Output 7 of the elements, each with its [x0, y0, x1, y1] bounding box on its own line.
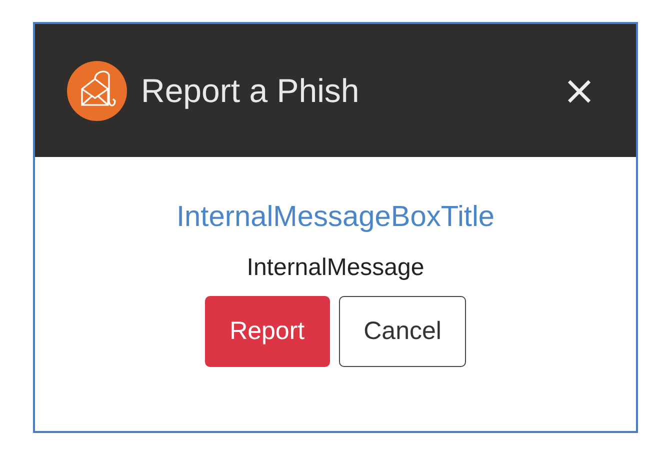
report-button[interactable]: Report	[204, 296, 330, 367]
close-button[interactable]: ×	[558, 70, 600, 110]
window-title: Report a Phish	[141, 72, 360, 110]
message-text: InternalMessage	[246, 254, 424, 282]
cancel-button[interactable]: Cancel	[338, 296, 466, 367]
envelope-hook-icon	[67, 60, 127, 120]
message-title: InternalMessageBoxTitle	[176, 201, 495, 234]
